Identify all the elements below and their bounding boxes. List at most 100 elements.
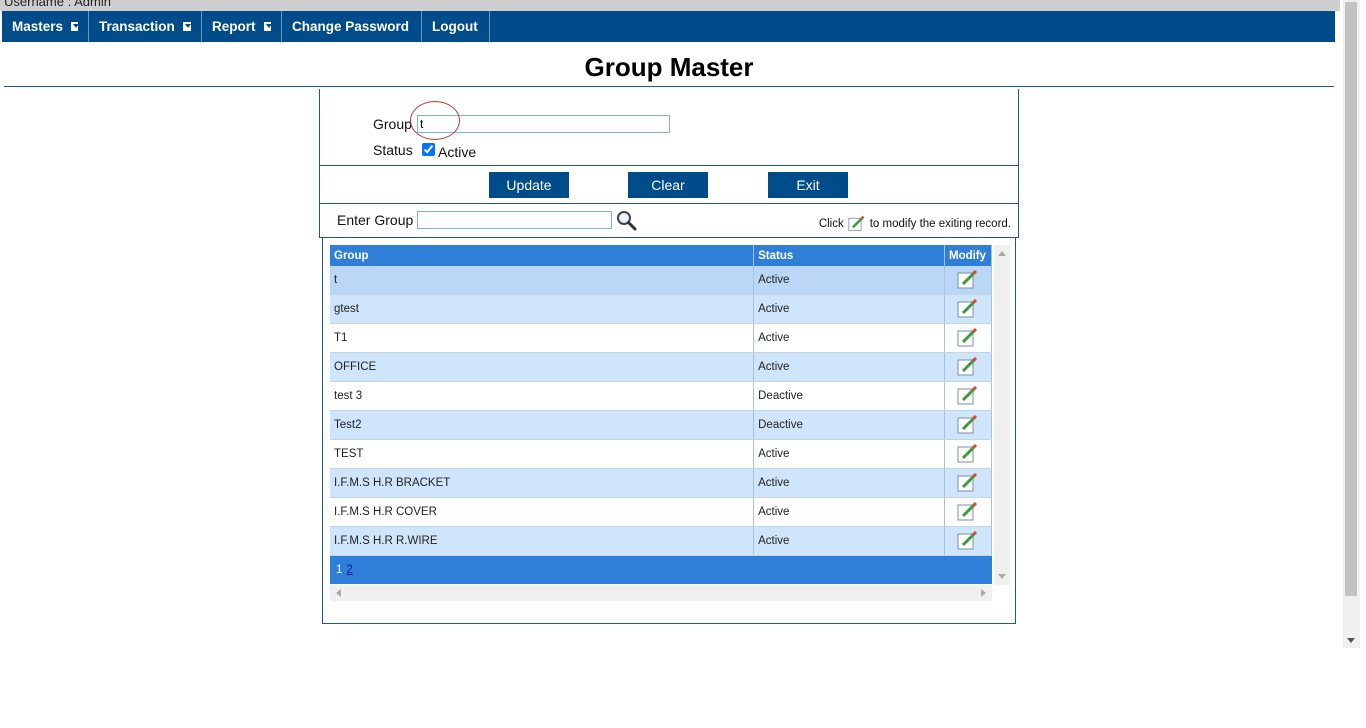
table-header-row: Group Status Modify xyxy=(330,245,992,266)
table-row[interactable]: gtest Active xyxy=(330,294,992,324)
group-cell: TEST xyxy=(330,439,755,469)
page-scrollbar[interactable] xyxy=(1343,0,1360,648)
magnifier-icon[interactable] xyxy=(615,209,637,231)
group-form: Group Status Active Update Clear Exit En… xyxy=(319,89,1019,238)
group-grid-viewport: Group Status Modify t Active gtest Activ… xyxy=(330,245,992,585)
exit-button[interactable]: Exit xyxy=(768,172,848,198)
edit-pencil-icon[interactable] xyxy=(957,444,979,464)
nav-report[interactable]: Report xyxy=(202,11,282,42)
column-header-group[interactable]: Group xyxy=(330,245,755,266)
update-button[interactable]: Update xyxy=(489,172,569,198)
nav-change-password-label: Change Password xyxy=(292,19,410,34)
column-header-modify: Modify xyxy=(944,245,992,266)
pager-current-page: 1 xyxy=(336,564,343,576)
group-table: Group Status Modify t Active gtest Activ… xyxy=(330,245,992,584)
nav-change-password[interactable]: Change Password xyxy=(282,11,422,42)
modify-cell xyxy=(944,294,992,324)
edit-pencil-icon[interactable] xyxy=(957,357,979,377)
nav-logout-label: Logout xyxy=(432,19,478,34)
clear-button[interactable]: Clear xyxy=(628,172,708,198)
button-bar-divider xyxy=(320,203,1018,204)
group-label: Group xyxy=(373,116,412,132)
edit-pencil-icon[interactable] xyxy=(957,473,979,493)
active-checkbox[interactable] xyxy=(422,143,435,156)
group-input[interactable] xyxy=(417,115,670,133)
status-cell: Active xyxy=(753,468,945,498)
search-input[interactable] xyxy=(417,211,612,229)
table-row[interactable]: I.F.M.S H.R COVER Active xyxy=(330,497,992,527)
nav-masters[interactable]: Masters xyxy=(2,11,89,42)
table-row[interactable]: I.F.M.S H.R BRACKET Active xyxy=(330,468,992,498)
active-checkbox-label: Active xyxy=(438,144,477,160)
nav-report-label: Report xyxy=(212,19,256,34)
nav-transaction[interactable]: Transaction xyxy=(89,11,202,42)
table-row[interactable]: Test2 Deactive xyxy=(330,410,992,440)
group-cell: Test2 xyxy=(330,410,755,440)
modify-cell xyxy=(944,497,992,527)
nav-logout[interactable]: Logout xyxy=(422,11,490,42)
pager-row: 12 xyxy=(330,555,992,584)
edit-pencil-icon[interactable] xyxy=(957,415,979,435)
nav-masters-label: Masters xyxy=(12,19,64,34)
status-cell: Deactive xyxy=(753,410,945,440)
scroll-up-icon[interactable] xyxy=(998,251,1006,256)
modify-cell xyxy=(944,352,992,382)
edit-pencil-icon[interactable] xyxy=(957,386,979,406)
page-scrollbar-thumb[interactable] xyxy=(1345,2,1357,596)
group-cell: OFFICE xyxy=(330,352,755,382)
table-row[interactable]: t Active xyxy=(330,266,992,295)
modify-cell xyxy=(944,439,992,469)
modify-hint: Click to modify the exiting record. xyxy=(819,215,1011,233)
group-cell: I.F.M.S H.R COVER xyxy=(330,497,755,527)
search-label: Enter Group xyxy=(337,212,414,228)
status-cell: Active xyxy=(753,352,945,382)
status-cell: Active xyxy=(753,323,945,353)
group-grid-panel: Group Status Modify t Active gtest Activ… xyxy=(322,238,1016,624)
table-row[interactable]: T1 Active xyxy=(330,323,992,353)
hint-suffix: to modify the exiting record. xyxy=(869,218,1011,230)
modify-cell xyxy=(944,266,992,295)
group-cell: gtest xyxy=(330,294,755,324)
group-cell: t xyxy=(330,266,755,295)
edit-pencil-icon[interactable] xyxy=(957,328,979,348)
status-cell: Active xyxy=(753,294,945,324)
pager-link-page-2[interactable]: 2 xyxy=(346,564,352,576)
modify-cell xyxy=(944,323,992,353)
status-cell: Active xyxy=(753,497,945,527)
pager: 12 xyxy=(330,555,992,584)
edit-pencil-icon[interactable] xyxy=(957,270,979,290)
scroll-down-icon[interactable] xyxy=(998,574,1006,579)
grid-vertical-scrollbar[interactable] xyxy=(994,245,1010,585)
column-header-status[interactable]: Status xyxy=(753,245,945,266)
status-cell: Active xyxy=(753,266,945,295)
modify-cell xyxy=(944,468,992,498)
status-cell: Active xyxy=(753,526,945,556)
group-cell: I.F.M.S H.R R.WIRE xyxy=(330,526,755,556)
scroll-left-icon[interactable] xyxy=(336,589,341,597)
hint-prefix: Click xyxy=(818,218,844,230)
scroll-down-icon[interactable] xyxy=(1347,638,1355,643)
table-row[interactable]: TEST Active xyxy=(330,439,992,469)
table-row[interactable]: I.F.M.S H.R R.WIRE Active xyxy=(330,526,992,556)
username-label: Username : Admin xyxy=(4,0,111,9)
group-cell: test 3 xyxy=(330,381,755,411)
top-strip xyxy=(0,0,1340,11)
modify-cell xyxy=(944,410,992,440)
edit-pencil-icon[interactable] xyxy=(957,502,979,522)
scroll-right-icon[interactable] xyxy=(981,589,986,597)
dropdown-caret-icon xyxy=(182,22,191,31)
table-row[interactable]: test 3 Deactive xyxy=(330,381,992,411)
dropdown-caret-icon xyxy=(71,22,79,31)
table-row[interactable]: OFFICE Active xyxy=(330,352,992,382)
grid-horizontal-scrollbar[interactable] xyxy=(330,585,992,601)
edit-pencil-icon[interactable] xyxy=(957,531,979,551)
main-nav: Masters Transaction Report Change Passwo… xyxy=(2,11,1335,42)
status-cell: Deactive xyxy=(753,381,945,411)
status-cell: Active xyxy=(753,439,945,469)
group-cell: I.F.M.S H.R BRACKET xyxy=(330,468,755,498)
status-label: Status xyxy=(373,142,413,158)
group-cell: T1 xyxy=(330,323,755,353)
edit-pencil-icon[interactable] xyxy=(957,299,979,319)
edit-pencil-icon xyxy=(848,215,865,231)
form-divider xyxy=(320,165,1018,166)
